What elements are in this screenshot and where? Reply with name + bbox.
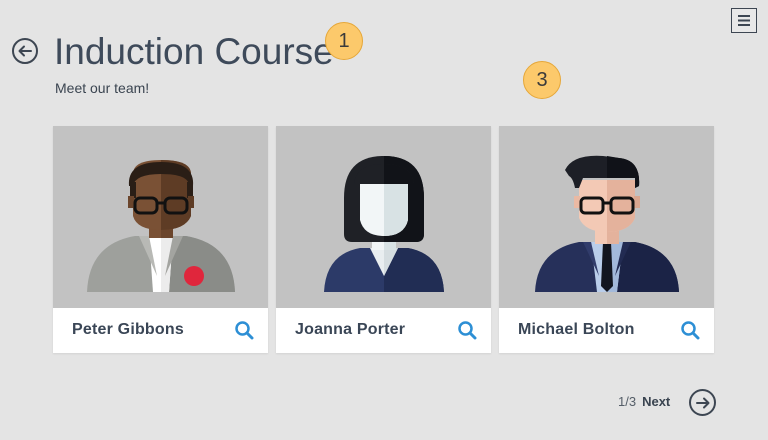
hamburger-menu-icon	[738, 15, 750, 26]
team-card-peter-gibbons[interactable]: Peter Gibbons	[53, 126, 268, 353]
menu-button[interactable]	[731, 8, 757, 33]
search-icon[interactable]	[680, 320, 700, 340]
page-title: Induction Course	[54, 31, 334, 72]
avatar	[276, 126, 491, 308]
avatar	[499, 126, 714, 308]
arrow-right-icon	[695, 397, 709, 408]
arrow-left-icon	[18, 45, 32, 57]
avatar	[53, 126, 268, 308]
team-card-michael-bolton[interactable]: Michael Bolton	[499, 126, 714, 353]
page-subtitle: Meet our team!	[55, 80, 150, 96]
search-icon[interactable]	[457, 320, 477, 340]
team-member-name: Peter Gibbons	[72, 321, 184, 338]
team-member-name: Michael Bolton	[518, 321, 635, 338]
hotspot-badge-1[interactable]: 1	[325, 22, 363, 60]
team-member-name: Joanna Porter	[295, 321, 406, 338]
next-button[interactable]	[689, 389, 716, 416]
back-button[interactable]	[12, 38, 38, 64]
page-indicator: 1/3	[618, 394, 637, 409]
hotspot-badge-3[interactable]: 3	[523, 61, 561, 99]
team-card-joanna-porter[interactable]: Joanna Porter	[276, 126, 491, 353]
next-label[interactable]: Next	[642, 394, 670, 409]
search-icon[interactable]	[234, 320, 254, 340]
pagination: 1/3 Next	[618, 394, 670, 409]
